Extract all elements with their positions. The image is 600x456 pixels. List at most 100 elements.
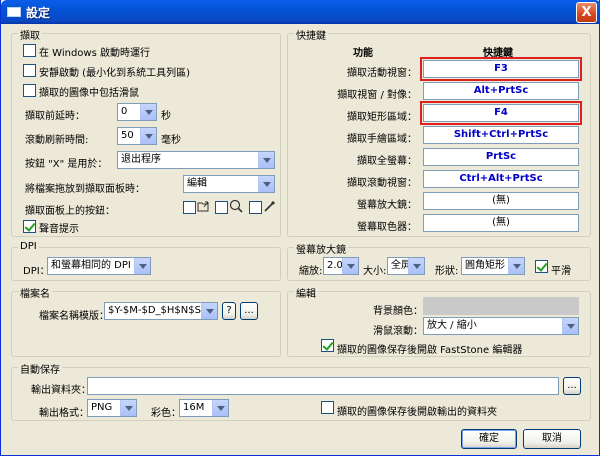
size-select[interactable]: 全屏 bbox=[387, 257, 425, 275]
open-editor-label: 擷取的圖像保存後開啟 FastStone 編輯器 bbox=[337, 345, 523, 356]
hotkey-label-fullscreen: 擷取全螢幕： bbox=[357, 156, 417, 167]
hotkey-field-window-object[interactable]: Alt+PrtSc bbox=[423, 82, 579, 100]
zoom-value: 2.0 bbox=[327, 260, 343, 271]
delay-value: 0 bbox=[121, 106, 128, 117]
open-folder-label: 擷取的圖像保存後開啟輸出的資料夾 bbox=[337, 407, 497, 418]
hotkeys-key-header: 快捷鍵 bbox=[483, 48, 513, 59]
hotkey-field-color-picker[interactable]: (無) bbox=[423, 214, 579, 232]
open-folder-icon bbox=[197, 201, 209, 212]
browse-folder-button[interactable]: ... bbox=[563, 377, 581, 395]
scroll-refresh-unit: 毫秒 bbox=[161, 135, 181, 146]
silent-start-checkbox[interactable] bbox=[23, 64, 36, 77]
output-format-select[interactable]: PNG bbox=[87, 399, 137, 417]
hotkey-label-magnifier: 螢幕放大鏡： bbox=[357, 200, 417, 211]
hotkey-label-color-picker: 螢幕取色器： bbox=[357, 222, 417, 233]
dpi-select[interactable]: 和螢幕相同的 DPI bbox=[47, 257, 151, 275]
bg-color-swatch[interactable] bbox=[423, 297, 579, 315]
panel-open-button-checkbox[interactable] bbox=[183, 201, 196, 214]
smooth-label: 平滑 bbox=[551, 266, 571, 277]
dpi-label: DPI： bbox=[23, 266, 50, 277]
hotkey-label-rectangle: 擷取矩形區域： bbox=[347, 112, 417, 123]
chevron-down-icon[interactable] bbox=[258, 152, 274, 168]
autosave-group-label: 自動保存 bbox=[18, 361, 62, 376]
shape-select[interactable]: 圓角矩形 bbox=[461, 257, 525, 275]
chevron-down-icon[interactable] bbox=[408, 258, 424, 274]
hotkey-field-magnifier[interactable]: (無) bbox=[423, 192, 579, 210]
bg-color-label: 背景顏色： bbox=[373, 306, 423, 317]
zoom-select[interactable]: 2.0 bbox=[323, 257, 359, 275]
hotkey-label-active-window: 擷取活動視窗： bbox=[347, 68, 417, 79]
include-cursor-checkbox[interactable] bbox=[23, 84, 36, 97]
chevron-down-icon[interactable] bbox=[201, 303, 217, 319]
silent-start-label: 安靜啟動 (最小化到系統工具列區) bbox=[39, 68, 190, 79]
template-more-button[interactable]: ... bbox=[240, 302, 258, 320]
chevron-down-icon[interactable] bbox=[342, 258, 358, 274]
panel-picker-button-checkbox[interactable] bbox=[249, 201, 262, 214]
smooth-checkbox[interactable] bbox=[535, 260, 548, 273]
dpi-group-label: DPI bbox=[18, 241, 39, 252]
hotkey-label-window-object: 擷取視窗 / 對像： bbox=[337, 90, 417, 101]
scroll-refresh-label: 滾動刷新時間: bbox=[25, 135, 89, 146]
wheel-label: 滑鼠滾動： bbox=[373, 326, 423, 337]
delay-label: 擷取前延時： bbox=[25, 111, 85, 122]
color-depth-label: 彩色： bbox=[151, 408, 181, 419]
output-folder-input[interactable] bbox=[87, 377, 559, 395]
chevron-down-icon[interactable] bbox=[140, 104, 156, 120]
window-icon bbox=[7, 7, 21, 17]
hotkey-label-freehand: 擷取手繪區域： bbox=[347, 134, 417, 145]
template-help-button[interactable]: ? bbox=[222, 302, 236, 320]
open-folder-checkbox[interactable] bbox=[321, 401, 334, 414]
hotkey-field-fullscreen[interactable]: PrtSc bbox=[423, 148, 579, 166]
open-editor-checkbox[interactable] bbox=[321, 339, 334, 352]
x-button-value: 退出程序 bbox=[121, 154, 161, 165]
wheel-select[interactable]: 放大 / 縮小 bbox=[423, 317, 579, 335]
template-select[interactable]: $Y-$M-$D_$H$N$S bbox=[104, 302, 218, 320]
output-format-label: 輸出格式： bbox=[39, 408, 89, 419]
delay-spinner[interactable]: 0 bbox=[117, 103, 157, 121]
size-label: 大小: bbox=[363, 266, 387, 277]
hotkey-field-rectangle[interactable]: F4 bbox=[420, 101, 582, 125]
settings-dialog: 設定 X 擷取 在 Windows 啟動時運行 安靜啟動 (最小化到系統工具列區… bbox=[0, 0, 600, 456]
panel-search-button-checkbox[interactable] bbox=[215, 201, 228, 214]
shape-label: 形狀: bbox=[435, 266, 459, 277]
template-label: 檔案名稱模版： bbox=[39, 311, 109, 322]
edit-group-label: 編輯 bbox=[294, 285, 318, 300]
chevron-down-icon[interactable] bbox=[562, 318, 578, 334]
panel-buttons-label: 擷取面板上的按鈕： bbox=[25, 206, 115, 217]
chevron-down-icon[interactable] bbox=[134, 258, 150, 274]
chevron-down-icon[interactable] bbox=[140, 128, 156, 144]
hotkeys-function-header: 功能 bbox=[353, 48, 373, 59]
color-depth-value: 16M bbox=[183, 402, 205, 413]
color-picker-icon bbox=[264, 200, 276, 212]
magnifier-icon bbox=[229, 199, 243, 213]
ok-button[interactable]: 確定 bbox=[461, 429, 517, 449]
delay-unit: 秒 bbox=[161, 111, 171, 122]
x-button-select[interactable]: 退出程序 bbox=[117, 151, 275, 169]
color-depth-select[interactable]: 16M bbox=[179, 399, 229, 417]
sound-checkbox[interactable] bbox=[23, 220, 36, 233]
magnifier-group-label: 螢幕放大鏡 bbox=[294, 241, 348, 256]
chevron-down-icon[interactable] bbox=[508, 258, 524, 274]
cancel-button[interactable]: 取消 bbox=[523, 429, 581, 449]
chevron-down-icon[interactable] bbox=[120, 400, 136, 416]
chevron-down-icon[interactable] bbox=[258, 176, 274, 192]
capture-group-label: 擷取 bbox=[18, 27, 42, 42]
shape-value: 圓角矩形 bbox=[465, 260, 505, 271]
scroll-refresh-spinner[interactable]: 50 bbox=[117, 127, 157, 145]
template-value: $Y-$M-$D_$H$N$S bbox=[108, 305, 201, 316]
include-cursor-label: 擷取的圖像中包括滑鼠 bbox=[39, 88, 139, 99]
window-title: 設定 bbox=[26, 6, 51, 20]
output-format-value: PNG bbox=[91, 402, 113, 413]
close-button[interactable]: X bbox=[576, 2, 597, 23]
hotkey-field-active-window[interactable]: F3 bbox=[420, 57, 582, 81]
hotkey-label-scrolling: 擷取滾動視窗： bbox=[347, 178, 417, 189]
hotkey-field-freehand[interactable]: Shift+Ctrl+PrtSc bbox=[423, 126, 579, 144]
drag-file-select[interactable]: 編輯 bbox=[183, 175, 275, 193]
hotkey-field-scrolling[interactable]: Ctrl+Alt+PrtSc bbox=[423, 170, 579, 188]
scroll-refresh-value: 50 bbox=[121, 130, 134, 141]
title-bar[interactable]: 設定 X bbox=[1, 0, 600, 24]
run-on-startup-checkbox[interactable] bbox=[23, 44, 36, 57]
chevron-down-icon[interactable] bbox=[212, 400, 228, 416]
x-button-label: 按鈕 "X" 是用於： bbox=[25, 159, 108, 170]
sound-label: 聲音提示 bbox=[39, 224, 79, 235]
